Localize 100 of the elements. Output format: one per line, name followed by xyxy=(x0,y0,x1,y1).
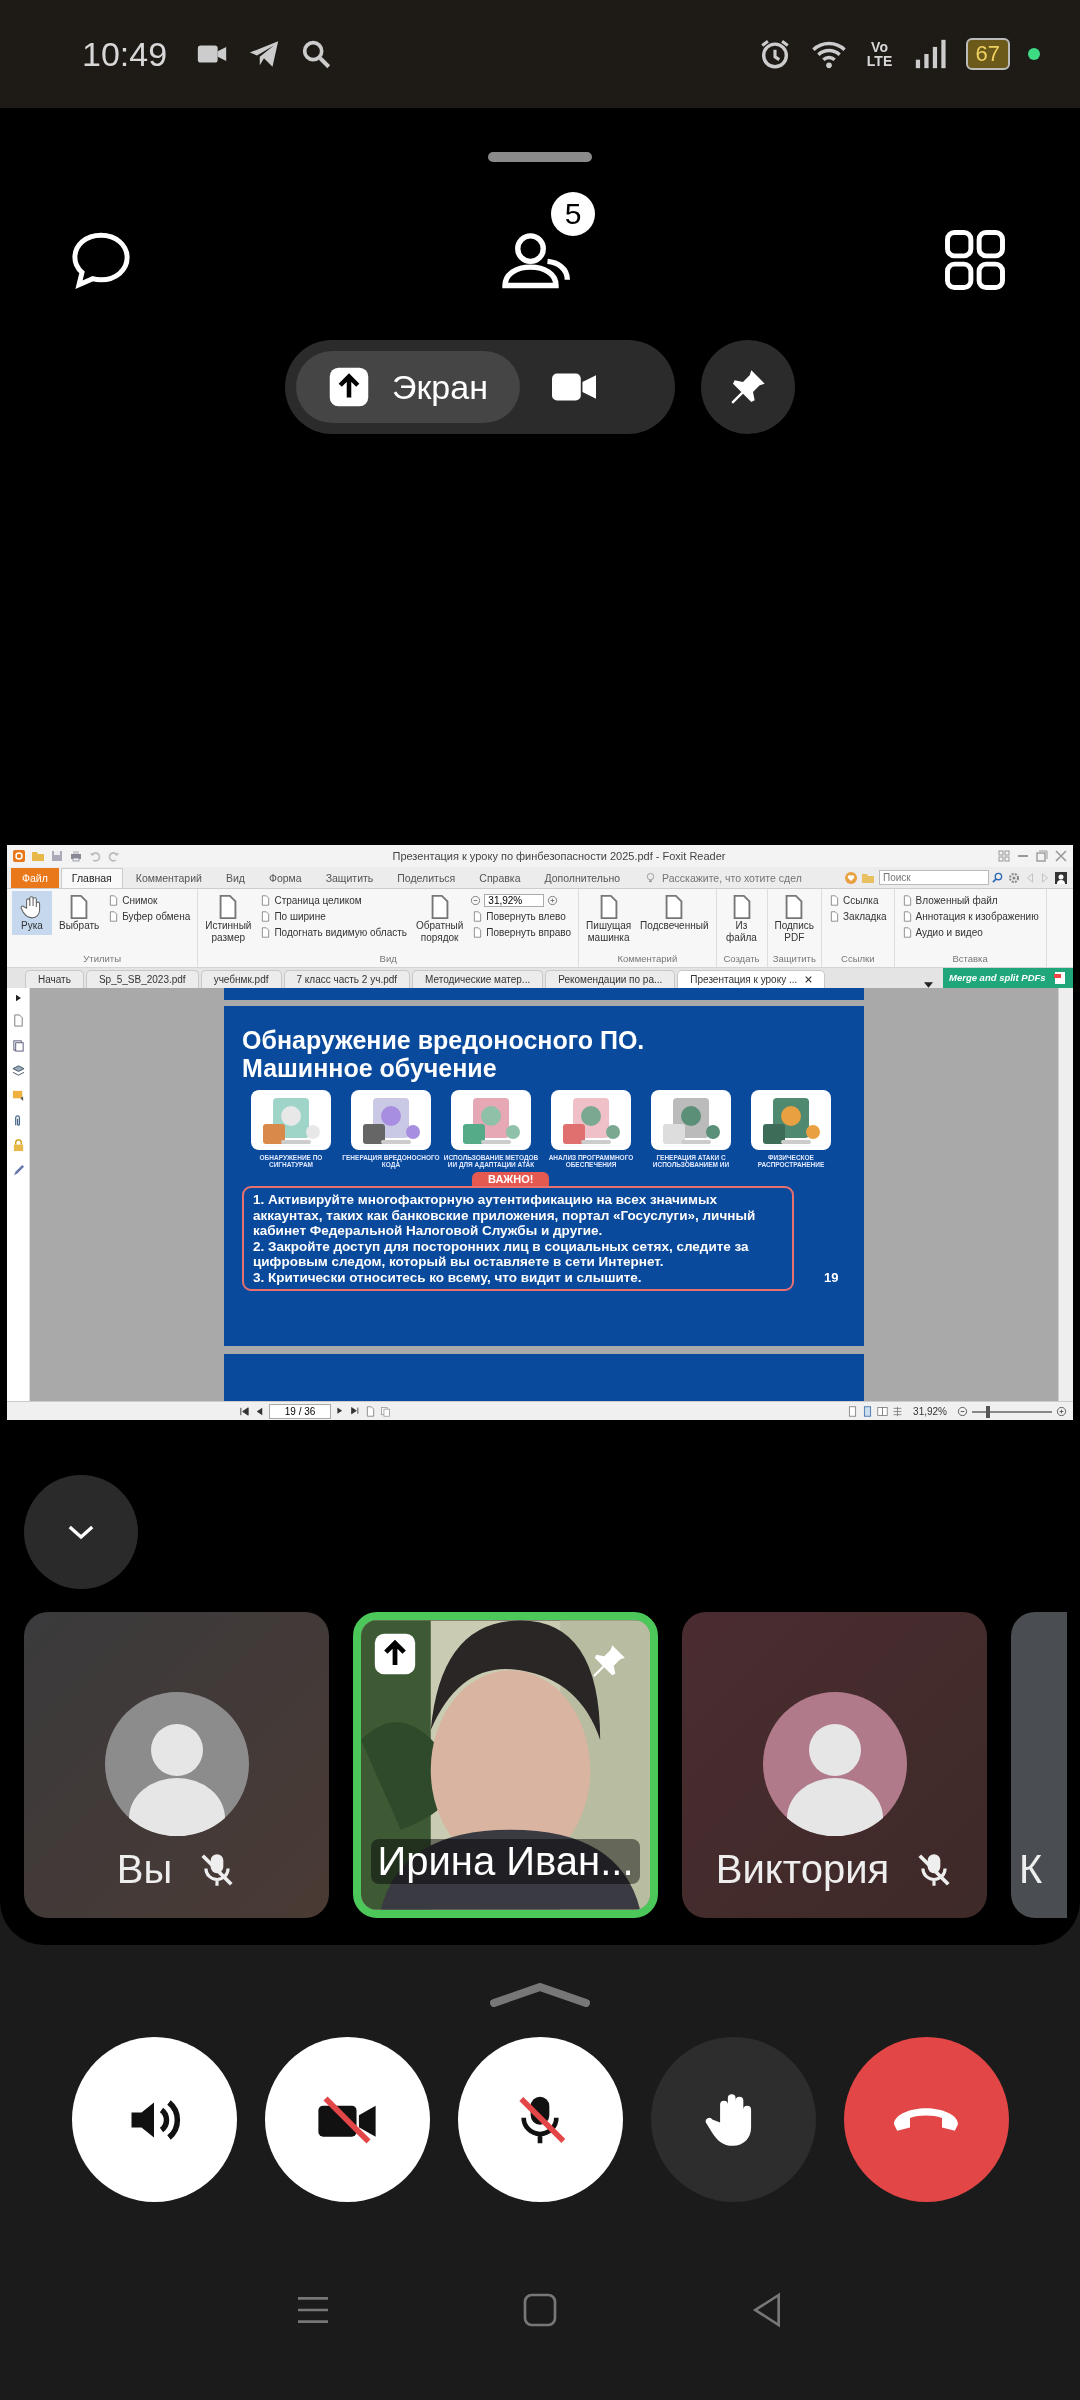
participant-name: Виктория xyxy=(715,1847,890,1892)
ribbon-button[interactable]: Аудио и видео xyxy=(899,926,1041,939)
ribbon-button[interactable]: Подсвеченный xyxy=(638,891,711,935)
document-tab[interactable]: учебнмк.pdf xyxy=(200,970,282,988)
menu-tab[interactable]: Вид xyxy=(214,868,256,888)
notice-text: 3. Критически относитесь ко всему, что видит и слышите. xyxy=(253,1269,643,1285)
maximize-icon[interactable] xyxy=(1036,850,1048,862)
ribbon-button[interactable]: По ширине xyxy=(258,910,410,923)
ribbon-button[interactable]: Повернуть влево xyxy=(470,910,574,923)
ribbon-group-label: Утилиты xyxy=(82,953,122,966)
participant-tile[interactable]: К xyxy=(1011,1612,1067,1918)
gear-icon[interactable] xyxy=(1008,871,1020,884)
screen-share-button[interactable]: Экран xyxy=(296,351,520,423)
ribbon-group-label: Ссылки xyxy=(840,953,876,966)
document-tab[interactable]: Sp_5_SB_2023.pdf xyxy=(85,970,199,988)
printer-icon[interactable] xyxy=(70,850,82,862)
close-icon[interactable] xyxy=(805,976,813,983)
pages-icon[interactable] xyxy=(11,1039,25,1052)
slide-title: Обнаружение вредоносного ПО. xyxy=(242,1026,646,1054)
participant-tile[interactable]: Ирина Иван... xyxy=(353,1612,658,1918)
menu-tab[interactable]: Дополнительно xyxy=(533,868,632,888)
ribbon-button[interactable]: Истинный размер xyxy=(203,891,254,947)
document-tab[interactable]: Начать xyxy=(25,970,84,988)
menu-tab[interactable]: Справка xyxy=(468,868,532,888)
menu-tab[interactable]: Главная xyxy=(60,868,123,888)
ribbon-button[interactable]: Аннотация к изображению xyxy=(899,910,1041,923)
ribbon-button[interactable]: Рука xyxy=(12,891,52,935)
ribbon-button[interactable]: Ссылка xyxy=(827,894,889,907)
ribbon-group-label: Вид xyxy=(378,953,398,966)
zoom-in-icon[interactable] xyxy=(1056,1406,1067,1417)
continuous-page-icon[interactable] xyxy=(862,1406,874,1417)
drag-handle[interactable] xyxy=(488,152,592,162)
pen-icon[interactable] xyxy=(11,1164,25,1177)
user-icon[interactable] xyxy=(1055,871,1067,884)
ribbon-group-label: Создать xyxy=(722,953,761,966)
menu-tab[interactable]: Поделиться xyxy=(386,868,467,888)
menu-tab[interactable]: Форма xyxy=(257,868,313,888)
menu-tab[interactable]: Комментарий xyxy=(124,868,213,888)
comment-icon[interactable] xyxy=(11,1089,25,1102)
page-icon xyxy=(472,927,484,938)
last-page-icon[interactable] xyxy=(350,1406,362,1417)
upload-icon xyxy=(328,366,370,408)
participant-count: 5 xyxy=(551,192,595,236)
ribbon-button[interactable]: Снимок xyxy=(106,894,193,907)
ribbon-button[interactable]: Подпись PDF xyxy=(772,891,817,947)
grid-icon[interactable] xyxy=(942,227,1008,293)
zoom-out-icon[interactable] xyxy=(470,895,482,906)
zoom-in-icon[interactable] xyxy=(547,895,559,906)
ribbon-button[interactable]: Из файла xyxy=(721,891,762,947)
zoom-out-icon[interactable] xyxy=(957,1406,968,1417)
ribbon-group-label: Комментарий xyxy=(616,953,679,966)
page-icon xyxy=(472,911,484,922)
ribbon-button[interactable]: Обратный порядок xyxy=(414,891,466,947)
ribbon-button[interactable]: Вложенный файл xyxy=(899,894,1041,907)
battery-level: 67 xyxy=(965,38,1010,70)
ribbon-button[interactable]: Закладка xyxy=(827,910,889,923)
ribbon-button[interactable]: Выбрать xyxy=(57,891,102,935)
zoom-field[interactable]: 31,92% xyxy=(484,894,545,907)
document-tab[interactable]: Методические матер... xyxy=(412,970,544,988)
ribbon-button[interactable]: Страница целиком xyxy=(258,894,410,907)
menu-tab[interactable]: Защитить xyxy=(314,868,385,888)
participant-tile[interactable]: Вы xyxy=(24,1612,329,1918)
video-camera-icon xyxy=(551,371,596,403)
participant-name: К xyxy=(1019,1847,1043,1892)
pdf-icon xyxy=(1053,971,1067,985)
pages-icon[interactable] xyxy=(380,1406,392,1417)
single-page-icon[interactable] xyxy=(847,1406,859,1417)
search-icon[interactable] xyxy=(992,872,1003,883)
page-icon xyxy=(901,895,913,906)
notice-text: 1. Активируйте многофакторную аутентификацию на всех значимых аккаунтах, таких как банковские приложения, портал «Госуслуги», личный кабинет Федеральной Налоговой Службы и другие. xyxy=(253,1192,757,1239)
ribbon-button[interactable]: Буфер обмена xyxy=(106,910,193,923)
ribbon-button[interactable]: Пишущая машинка xyxy=(584,891,634,947)
layers-icon[interactable] xyxy=(11,1064,25,1077)
ribbon-button[interactable]: Подогнать видимую область xyxy=(258,926,410,939)
slider-thumb[interactable] xyxy=(986,1405,990,1418)
page-icon xyxy=(108,911,120,922)
participant-tile[interactable]: Виктория xyxy=(682,1612,987,1918)
chevron-up-icon[interactable] xyxy=(490,1983,590,2007)
search-field[interactable]: Поиск xyxy=(879,870,989,885)
lock-icon[interactable] xyxy=(11,1139,25,1152)
page-icon xyxy=(260,911,272,922)
page-icon[interactable] xyxy=(11,1014,25,1027)
two-pages-icon[interactable] xyxy=(877,1406,889,1417)
ribbon-button[interactable]: Повернуть вправо xyxy=(470,926,574,939)
page-icon xyxy=(108,895,120,906)
heart-icon[interactable] xyxy=(845,871,857,884)
privacy-dot xyxy=(1028,48,1040,60)
document-tab[interactable]: 7 класс часть 2 уч.pdf xyxy=(283,970,411,988)
page-field[interactable]: 19 / 36 xyxy=(269,1404,332,1419)
split-icon[interactable] xyxy=(892,1406,904,1417)
document-tab[interactable]: Рекомендации по ра... xyxy=(545,970,676,988)
tell-me-field[interactable]: Расскажите, что хотите сдел xyxy=(660,870,825,885)
first-page-icon[interactable] xyxy=(239,1406,251,1417)
slide-title: Машинное обучение xyxy=(242,1054,498,1082)
zoom-level: 31,92% xyxy=(913,1406,947,1417)
notice-text: 2. Закройте доступ для посторонних лиц в социальных сетях, следите за цифровым следом, который вы оставляете в сети Интернет. xyxy=(253,1238,750,1270)
participant-name: Вы xyxy=(116,1847,173,1892)
app-logo-icon xyxy=(13,850,25,862)
document-tab[interactable]: Презентация к уроку ... xyxy=(677,970,826,988)
caret-icon[interactable] xyxy=(15,994,21,1002)
